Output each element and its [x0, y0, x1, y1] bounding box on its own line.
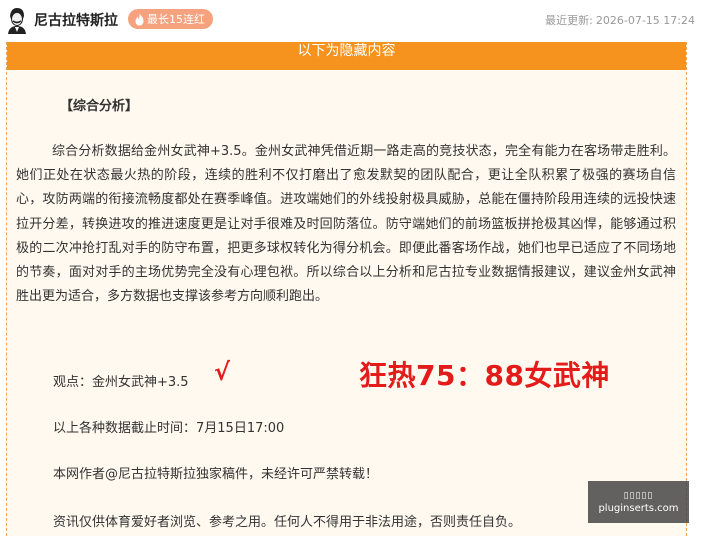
top-bar: 尼古拉特斯拉 最长15连红 最近更新: 2026-07-15 17:24: [0, 0, 701, 40]
watermark-line1: ▯▯▯▯▯: [623, 490, 654, 501]
hidden-content-label: 以下为隐藏内容: [297, 43, 396, 59]
hidden-content-bar: 以下为隐藏内容: [7, 42, 686, 70]
copyright-notice: 本网作者@尼古拉特斯拉独家稿件，未经许可严禁转载！: [53, 467, 379, 482]
streak-badge-label: 最长15连红: [147, 13, 205, 26]
data-cutoff-time: 以上各种数据截止时间：7月15日17:00: [53, 421, 285, 436]
section-title: 【综合分析】: [60, 99, 139, 114]
last-updated-label: 最近更新:: [545, 14, 593, 27]
watermark-line2: pluginserts.com: [598, 502, 679, 514]
author-name[interactable]: 尼古拉特斯拉: [34, 10, 118, 30]
author-avatar[interactable]: [6, 6, 28, 34]
opinion-text: 观点：金州女武神+3.5: [53, 375, 189, 390]
fire-icon: [135, 13, 144, 25]
check-mark: √: [214, 358, 231, 386]
score-highlight: 狂热75：88女武神: [359, 359, 610, 392]
hidden-content-panel: 以下为隐藏内容 【综合分析】 综合分析数据给金州女武神+3.5。金州女武神凭借近…: [6, 42, 687, 536]
streak-badge: 最长15连红: [128, 9, 213, 29]
watermark: ▯▯▯▯▯ pluginserts.com: [588, 481, 689, 523]
last-updated-time: 2026-07-15 17:24: [595, 14, 695, 27]
analysis-paragraph: 综合分析数据给金州女武神+3.5。金州女武神凭借近期一路走高的竞技状态，完全有能…: [16, 144, 676, 305]
last-updated: 最近更新: 2026-07-15 17:24: [545, 12, 695, 28]
disclaimer-text: 资讯仅供体育爱好者浏览、参考之用。任何人不得用于非法用途，否则责任自负。: [53, 515, 522, 530]
